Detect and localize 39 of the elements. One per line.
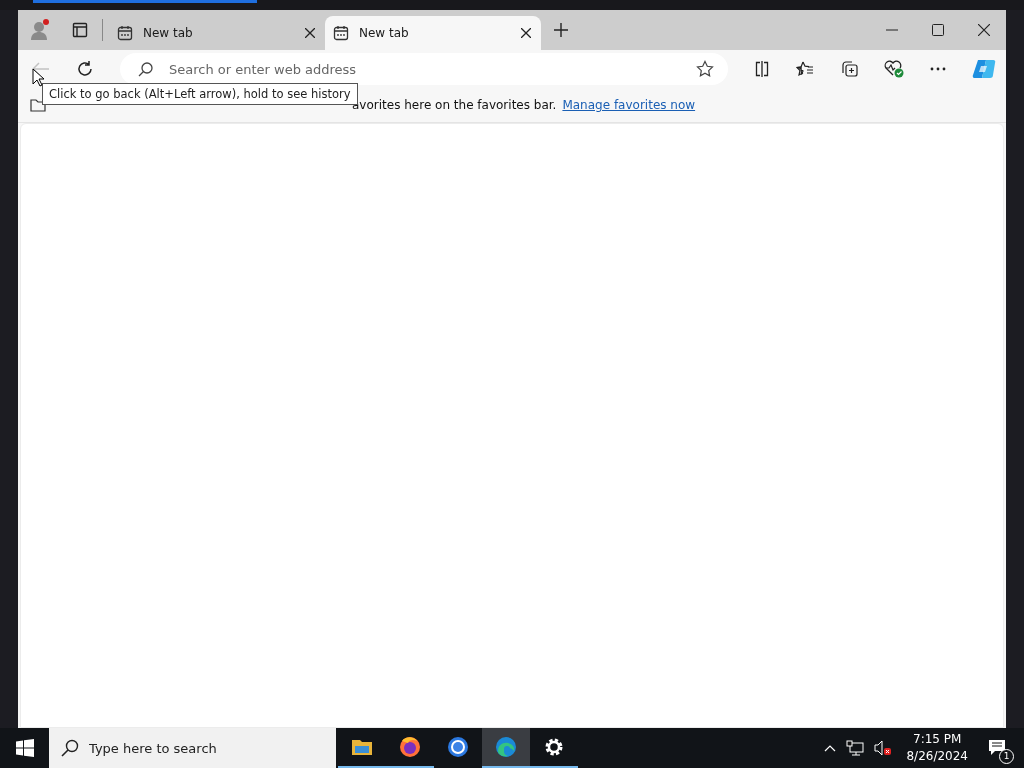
new-tab-icon[interactable] [553, 22, 569, 38]
tab-actions-icon[interactable] [72, 22, 88, 38]
network-icon[interactable] [846, 740, 865, 756]
more-icon[interactable] [930, 67, 946, 71]
close-tab-icon[interactable] [521, 28, 531, 38]
browser-icon [494, 735, 518, 759]
refresh-icon[interactable] [76, 60, 94, 78]
maximize-icon[interactable] [932, 24, 944, 36]
browser-icon [446, 735, 470, 759]
start-icon[interactable] [16, 739, 34, 757]
browser-icon [398, 735, 422, 759]
muted-speaker-icon[interactable] [874, 740, 893, 756]
profile-icon[interactable] [30, 18, 52, 42]
clock-time[interactable]: 7:15 PM [913, 731, 962, 748]
close-icon[interactable] [978, 24, 990, 36]
browser-tab[interactable]: New tab [325, 16, 541, 50]
clock-date[interactable]: 8/26/2024 [906, 748, 968, 765]
page-icon [117, 25, 133, 41]
address-field[interactable]: Search or enter web address [169, 61, 680, 77]
page-icon [333, 25, 349, 41]
split-screen-icon[interactable] [754, 61, 770, 77]
folder-icon[interactable] [30, 98, 46, 112]
star-icon[interactable] [696, 60, 714, 78]
address-bar[interactable]: Search or enter web address [120, 53, 728, 85]
chevron-up-icon[interactable] [824, 744, 837, 752]
search-field[interactable]: Type here to search [89, 740, 329, 756]
search-icon [61, 739, 79, 757]
close-tab-icon[interactable] [305, 28, 315, 38]
search-box[interactable]: Type here to search [49, 728, 336, 768]
notifications-icon[interactable] [988, 739, 1006, 757]
search-icon [138, 61, 153, 77]
manage-favorites-link[interactable]: Manage favorites now [562, 98, 696, 112]
notification-count: 1 [999, 749, 1014, 764]
favorites-icon[interactable] [796, 61, 814, 77]
browser-tab[interactable]: New tab [109, 16, 325, 50]
health-icon[interactable] [884, 60, 904, 78]
collections-icon[interactable] [840, 60, 858, 78]
copilot-icon[interactable] [972, 57, 996, 81]
favorites-bar-message: avorites here on the favorites bar. [352, 98, 557, 112]
